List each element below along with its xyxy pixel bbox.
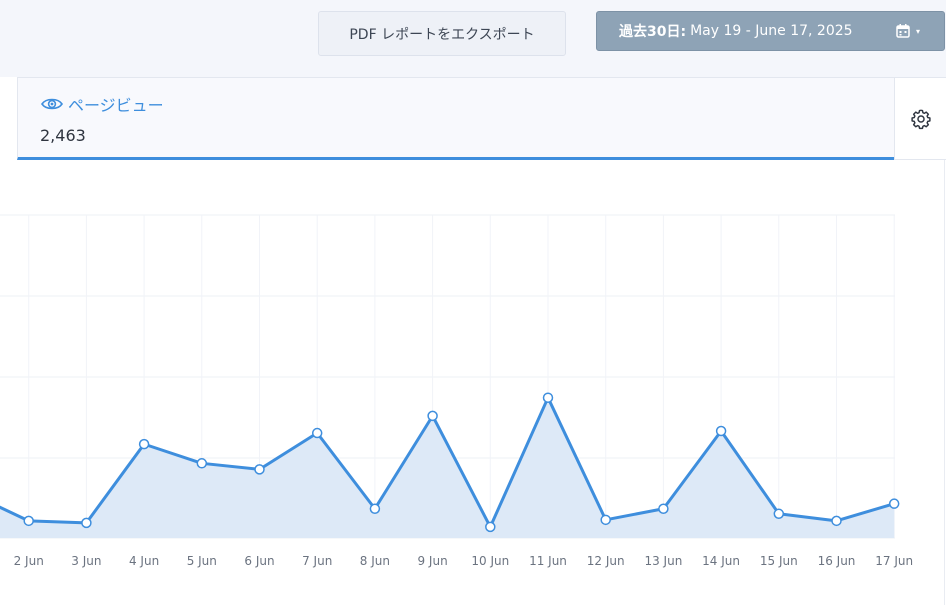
data-point[interactable] <box>715 425 727 437</box>
data-point[interactable] <box>369 503 381 514</box>
x-tick-label: 15 Jun <box>760 554 798 568</box>
x-tick-label: 4 Jun <box>129 554 159 568</box>
metric-title-row: ページビュー <box>41 92 164 116</box>
gear-icon <box>910 109 931 129</box>
data-point[interactable] <box>138 438 150 450</box>
x-tick-label: 16 Jun <box>818 554 856 568</box>
data-point[interactable] <box>427 410 438 422</box>
chevron-down-icon: ▾ <box>916 27 921 36</box>
data-point[interactable] <box>254 464 265 475</box>
date-range-label: May 19 - June 17, 2025 <box>690 23 853 39</box>
data-point[interactable] <box>773 508 785 520</box>
chart-area-fill <box>0 397 895 538</box>
eye-icon <box>41 98 63 110</box>
x-tick-label: 6 Jun <box>244 554 274 568</box>
x-tick-label: 9 Jun <box>417 554 447 568</box>
x-tick-label: 8 Jun <box>360 554 390 568</box>
x-tick-label: 17 Jun <box>875 554 913 568</box>
x-tick-label: 7 Jun <box>302 554 332 568</box>
export-pdf-label: PDF レポートをエクスポート <box>349 26 535 43</box>
data-point[interactable] <box>658 503 669 514</box>
x-tick-label: 14 Jun <box>702 554 740 568</box>
x-tick-label: 2 Jun <box>14 554 44 568</box>
date-range-picker[interactable]: 過去30日: May 19 - June 17, 2025 ▾ <box>596 11 945 51</box>
data-point[interactable] <box>311 427 323 439</box>
calendar-icon <box>896 24 910 38</box>
metric-value: 2,463 <box>40 126 86 145</box>
export-pdf-button[interactable]: PDF レポートをエクスポート <box>318 11 566 56</box>
metric-tab-pageviews[interactable]: ページビュー 2,463 <box>17 77 894 160</box>
data-point[interactable] <box>485 521 496 533</box>
data-point[interactable] <box>81 517 92 529</box>
data-point[interactable] <box>831 515 842 527</box>
metric-title: ページビュー <box>68 96 164 115</box>
data-point[interactable] <box>600 514 611 526</box>
chart-settings-button[interactable] <box>894 77 946 160</box>
x-tick-label: 10 Jun <box>471 554 509 568</box>
x-tick-label: 11 Jun <box>529 554 567 568</box>
x-tick-label: 3 Jun <box>71 554 101 568</box>
top-toolbar: PDF レポートをエクスポート 過去30日: May 19 - June 17,… <box>0 0 946 77</box>
x-axis-ticks: 2 Jun 3 Jun 4 Jun 5 Jun 6 Jun 7 Jun 8 Jun 9 Jun… <box>14 554 914 568</box>
pageviews-chart: 2 Jun 3 Jun 4 Jun 5 Jun 6 Jun 7 Jun 8 Jun 9 Jun… <box>0 214 914 568</box>
data-point[interactable] <box>196 458 208 469</box>
data-point[interactable] <box>888 498 900 509</box>
data-point[interactable] <box>542 392 554 403</box>
panel-divider <box>944 160 945 605</box>
x-tick-label: 13 Jun <box>644 554 682 568</box>
data-point[interactable] <box>23 515 34 527</box>
x-tick-label: 5 Jun <box>187 554 217 568</box>
date-preset-label: 過去30日: <box>619 24 687 40</box>
x-tick-label: 12 Jun <box>587 554 625 568</box>
